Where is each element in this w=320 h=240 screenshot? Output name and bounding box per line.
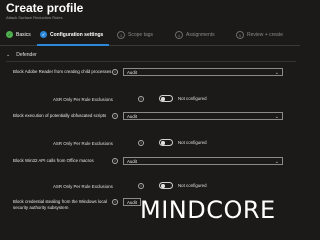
- info-icon[interactable]: i: [112, 158, 118, 164]
- rule-select[interactable]: Audit ⌄: [123, 112, 283, 120]
- tab-assignments[interactable]: 4 Assignments: [175, 31, 215, 39]
- section-label: Defender: [16, 52, 37, 58]
- toggle-knob: [161, 184, 165, 188]
- tab-review-create[interactable]: 5 Review + create: [236, 31, 283, 39]
- tab-basics[interactable]: ✓ Basics: [6, 31, 31, 38]
- tab-scope-tags[interactable]: 3 Scope tags: [117, 31, 153, 39]
- step-number-badge: 4: [175, 31, 183, 39]
- toggle-label: Not configured: [178, 96, 207, 101]
- divider: [6, 61, 296, 62]
- chevron-down-icon: ⌄: [274, 158, 279, 165]
- info-icon[interactable]: i: [138, 140, 144, 146]
- tab-label: Scope tags: [128, 32, 154, 38]
- rule-select[interactable]: Audit ⌄: [123, 68, 283, 76]
- exclusion-toggle[interactable]: [159, 95, 173, 102]
- check-icon: ✓: [6, 31, 13, 38]
- info-icon[interactable]: i: [112, 199, 118, 205]
- wizard-tabs: ✓ Basics ✓ Configuration settings 3 Scop…: [0, 28, 300, 46]
- exclusion-label: ASR Only Per Rule Exclusions: [53, 141, 113, 146]
- exclusion-toggle[interactable]: [159, 182, 173, 189]
- section-header-defender[interactable]: ⌄ Defender: [6, 52, 37, 58]
- rule-label: Block execution of potentially obfuscate…: [13, 113, 107, 118]
- tab-label: Configuration settings: [50, 31, 104, 38]
- page-title: Create profile: [6, 1, 84, 15]
- exclusion-toggle[interactable]: [159, 139, 173, 146]
- info-icon[interactable]: i: [112, 69, 118, 75]
- watermark-text: MINDCORE: [140, 196, 276, 224]
- chevron-down-icon: ⌄: [6, 52, 11, 58]
- select-value: Audit: [127, 159, 138, 165]
- active-tab-indicator: [37, 44, 109, 46]
- info-icon[interactable]: i: [138, 183, 144, 189]
- rule-label: Block credential stealing from the Windo…: [13, 199, 107, 210]
- tab-configuration-settings[interactable]: ✓ Configuration settings: [40, 31, 103, 38]
- toggle-label: Not configured: [178, 183, 207, 188]
- toggle-knob: [161, 97, 165, 101]
- select-value: Audit: [127, 70, 138, 76]
- toggle-label: Not configured: [178, 140, 207, 145]
- step-number-badge: 3: [117, 31, 125, 39]
- page-subtitle: Attack Surface Reduction Rules: [6, 15, 63, 20]
- select-value: Audit: [127, 200, 138, 206]
- select-value: Audit: [127, 114, 138, 120]
- chevron-down-icon: ⌄: [274, 113, 279, 120]
- tab-label: Review + create: [247, 32, 283, 38]
- tab-label: Assignments: [186, 32, 215, 38]
- rule-select[interactable]: Audit: [123, 198, 141, 206]
- toggle-knob: [161, 141, 165, 145]
- info-icon[interactable]: i: [112, 113, 118, 119]
- rule-select[interactable]: Audit ⌄: [123, 157, 283, 165]
- exclusion-label: ASR Only Per Rule Exclusions: [53, 97, 113, 102]
- tab-label: Basics: [16, 31, 31, 38]
- rule-label: Block Adobe Reader from creating child p…: [13, 69, 112, 74]
- check-icon: ✓: [40, 31, 47, 38]
- step-number-badge: 5: [236, 31, 244, 39]
- chevron-down-icon: ⌄: [274, 69, 279, 76]
- rule-label: Block Win32 API calls from Office macros: [13, 158, 94, 163]
- exclusion-label: ASR Only Per Rule Exclusions: [53, 184, 113, 189]
- info-icon[interactable]: i: [138, 96, 144, 102]
